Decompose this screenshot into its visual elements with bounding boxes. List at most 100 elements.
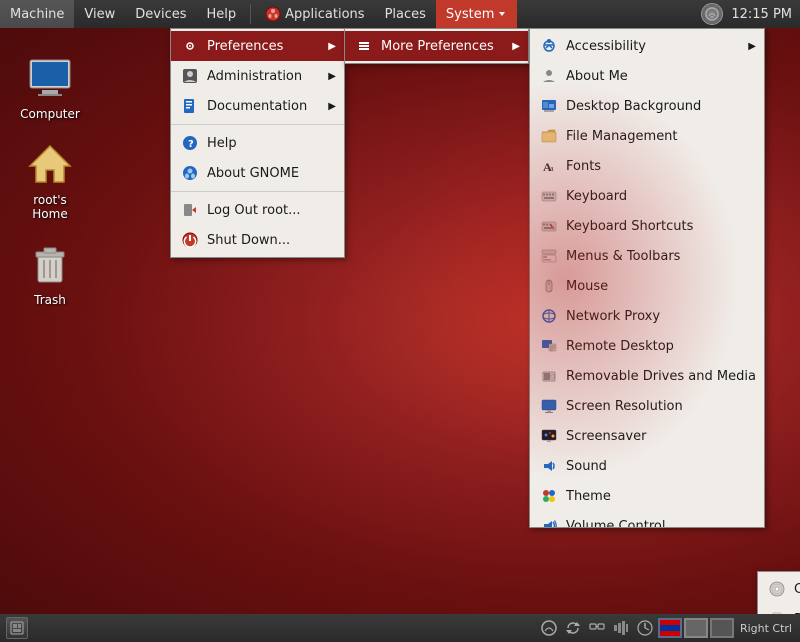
doc-icon (182, 98, 198, 114)
menu-item-file-mgmt[interactable]: File Management (530, 121, 764, 151)
panel-separator (250, 4, 251, 24)
show-desktop-button[interactable] (6, 617, 28, 639)
menu-item-shutdown[interactable]: Shut Down... (171, 225, 344, 255)
doc-label: Documentation (207, 99, 307, 114)
panel-machine[interactable]: Machine (0, 0, 74, 28)
preferences-menu-panel: More Preferences ▶ (344, 28, 529, 64)
menu-item-theme[interactable]: Theme (530, 481, 764, 511)
more-prefs-icon (356, 38, 372, 54)
menu-item-administration[interactable]: Administration ▶ (171, 61, 344, 91)
keyboard-layout-2[interactable] (684, 618, 708, 638)
menu-item-about-me[interactable]: About Me (530, 61, 764, 91)
menu-item-desktop-bg[interactable]: Desktop Background (530, 91, 764, 121)
menu-item-remote-desktop[interactable]: Remote Desktop (530, 331, 764, 361)
gnome-menu-icon (179, 162, 201, 184)
panel-applications[interactable]: Applications (255, 0, 374, 28)
menu-item-about-gnome[interactable]: About GNOME (171, 158, 344, 188)
panel-left: Machine View Devices Help App (0, 0, 517, 28)
admin-menu-icon (179, 65, 201, 87)
tray-volume-icon (612, 619, 630, 637)
menu-item-more-preferences[interactable]: More Preferences ▶ (345, 31, 528, 61)
menu-item-accessibility[interactable]: Accessibility ▶ (530, 31, 764, 61)
remote-desktop-menu-icon (538, 335, 560, 357)
screen-resolution-menu-icon (538, 395, 560, 417)
file-mgmt-label: File Management (566, 129, 678, 144)
help-label: Help (207, 136, 237, 151)
menu-item-removable-drives[interactable]: Removable Drives and Media (530, 361, 764, 391)
menu-item-documentation[interactable]: Documentation ▶ (171, 91, 344, 121)
computer-icon-item[interactable]: Computer (10, 50, 90, 126)
menu-container: Preferences ▶ Administration ▶ (170, 28, 345, 258)
tray-network-icon (540, 619, 558, 637)
screen-resolution-label: Screen Resolution (566, 399, 683, 414)
preferences-menu-icon (179, 35, 201, 57)
show-desktop-icon (10, 621, 24, 635)
systray-volume-icon[interactable] (610, 617, 632, 639)
systray-network-icon[interactable] (538, 617, 560, 639)
bottom-panel-right: Right Ctrl (538, 614, 800, 642)
menu-item-network-proxy[interactable]: Network Proxy (530, 301, 764, 331)
menu-item-preferences[interactable]: Preferences ▶ (171, 31, 344, 61)
more-prefs-submenu: Accessibility ▶ (529, 28, 765, 528)
systray-clock-icon[interactable] (634, 617, 656, 639)
keyboard-layout-indicator[interactable] (658, 618, 682, 638)
apps-icon (265, 6, 281, 22)
desktop: Machine View Devices Help App (0, 0, 800, 642)
menu-item-menus-toolbars[interactable]: Menus & Toolbars (530, 241, 764, 271)
shutdown-icon (182, 232, 198, 248)
home-icon-item[interactable]: root's Home (10, 136, 90, 226)
system-menu: Preferences ▶ Administration ▶ (170, 28, 345, 258)
menu-item-volume-control[interactable]: Volume Control (530, 511, 764, 528)
shutdown-label: Shut Down... (207, 233, 290, 248)
doc-menu-icon (179, 95, 201, 117)
gnome-icon (182, 165, 198, 181)
removable-drives-icon (541, 368, 557, 384)
menu-item-screensaver[interactable]: Screensaver (530, 421, 764, 451)
panel-places[interactable]: Places (375, 0, 436, 28)
svg-text:a: a (550, 164, 554, 173)
more-prefs-label: More Preferences (381, 39, 494, 54)
accessibility-icon (541, 38, 557, 54)
menu-item-fonts[interactable]: A a Fonts (530, 151, 764, 181)
menu-item-help[interactable]: ? Help (171, 128, 344, 158)
machine-label: Machine (10, 7, 64, 22)
mouse-icon (541, 278, 557, 294)
desktop-bg-label: Desktop Background (566, 99, 701, 114)
more-prefs-menu-panel: Accessibility ▶ (529, 28, 765, 528)
system-label: System (446, 7, 494, 22)
preferences-arrow: ▶ (320, 41, 336, 52)
keyboard-layout-3[interactable] (710, 618, 734, 638)
menu-item-keyboard-shortcuts[interactable]: Keyboard Shortcuts (530, 211, 764, 241)
panel-view[interactable]: View (74, 0, 125, 28)
mouse-menu-icon (538, 275, 560, 297)
preferences-icon (182, 38, 198, 54)
svg-text:?: ? (188, 139, 194, 150)
systray-connect-icon[interactable] (586, 617, 608, 639)
screensaver-menu-icon (538, 425, 560, 447)
admin-arrow: ▶ (320, 71, 336, 82)
panel-devices[interactable]: Devices (125, 0, 196, 28)
menu-item-keyboard[interactable]: Keyboard (530, 181, 764, 211)
mouse-label: Mouse (566, 279, 608, 294)
bottom-panel: Right Ctrl (0, 614, 800, 642)
menu-item-logout[interactable]: Log Out root... (171, 195, 344, 225)
trash-icon-item[interactable]: Trash (10, 236, 90, 312)
panel-system[interactable]: System (436, 0, 517, 28)
menu-item-screen-resolution[interactable]: Screen Resolution (530, 391, 764, 421)
fonts-label: Fonts (566, 159, 601, 174)
computer-label: Computer (17, 106, 83, 122)
menu-item-sound[interactable]: Sound (530, 451, 764, 481)
places-label: Places (385, 7, 426, 22)
systray-refresh-icon[interactable] (562, 617, 584, 639)
file-mgmt-menu-icon (538, 125, 560, 147)
trash-label: Trash (31, 292, 69, 308)
network-icon[interactable] (701, 3, 723, 25)
volume-control-menu-icon (538, 515, 560, 528)
keyboard-shortcuts-label: Keyboard Shortcuts (566, 219, 693, 234)
volume-control-label: Volume Control (566, 519, 665, 529)
system-arrow-icon (497, 9, 507, 19)
right-ctrl-label: Right Ctrl (736, 622, 796, 635)
panel-help[interactable]: Help (197, 0, 247, 28)
menu-item-mouse[interactable]: Mouse (530, 271, 764, 301)
bottom-panel-left (0, 617, 34, 639)
